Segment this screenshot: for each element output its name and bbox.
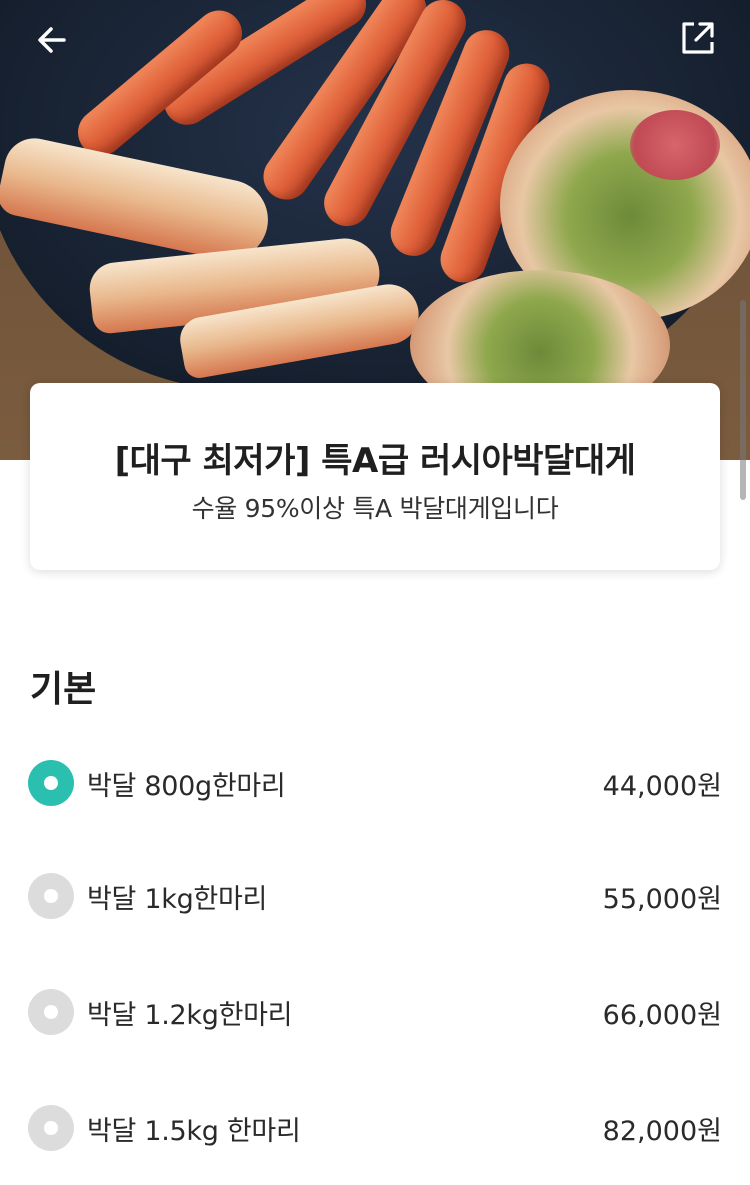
radio-unselected-icon[interactable] xyxy=(28,873,74,919)
option-section-title: 기본 xyxy=(30,669,97,710)
share-button[interactable] xyxy=(676,16,720,60)
radio-selected-icon[interactable] xyxy=(28,760,74,806)
option-row[interactable]: 박달 1.5kg 한마리 82,000원 xyxy=(28,1103,722,1153)
product-info-card: [대구 최저가] 특A급 러시아박달대게 수율 95%이상 특A 박달대게입니다 xyxy=(30,383,720,570)
scrollbar[interactable] xyxy=(740,300,746,500)
option-price: 82,000원 xyxy=(602,1115,722,1147)
option-price: 44,000원 xyxy=(602,770,722,802)
product-title: [대구 최저가] 특A급 러시아박달대게 xyxy=(114,441,636,481)
option-label: 박달 1kg한마리 xyxy=(87,883,268,915)
arrow-left-icon xyxy=(38,27,66,53)
back-button[interactable] xyxy=(30,18,74,62)
option-row[interactable]: 박달 1kg한마리 55,000원 xyxy=(28,871,722,921)
option-label: 박달 1.5kg 한마리 xyxy=(87,1115,301,1147)
option-label: 박달 1.2kg한마리 xyxy=(87,999,293,1031)
option-row[interactable]: 박달 1.2kg한마리 66,000원 xyxy=(28,987,722,1037)
share-external-icon xyxy=(682,22,714,54)
option-row[interactable]: 박달 800g한마리 44,000원 xyxy=(28,758,722,808)
option-price: 55,000원 xyxy=(602,883,722,915)
radio-unselected-icon[interactable] xyxy=(28,989,74,1035)
option-label: 박달 800g한마리 xyxy=(87,770,286,802)
radio-unselected-icon[interactable] xyxy=(28,1105,74,1151)
option-price: 66,000원 xyxy=(602,999,722,1031)
product-subtitle: 수율 95%이상 특A 박달대게입니다 xyxy=(191,494,559,523)
crab-roe xyxy=(630,110,720,180)
